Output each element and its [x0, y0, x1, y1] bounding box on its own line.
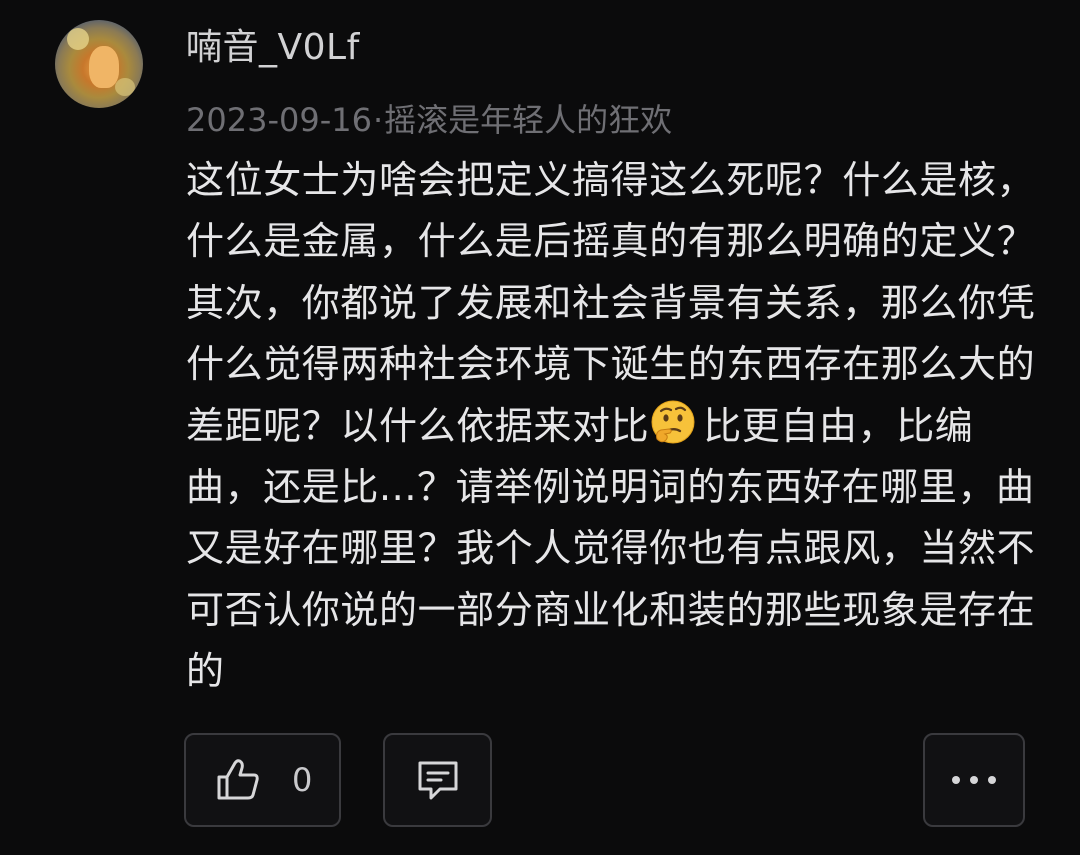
meta-separator: ·	[372, 101, 384, 139]
avatar[interactable]	[55, 20, 143, 108]
comment-card: 喃音_V0Lf 2023-09-16·摇滚是年轻人的狂欢 这位女士为啥会把定义搞…	[0, 0, 1080, 855]
comment-body: 这位女士为啥会把定义搞得这么死呢？什么是核，什么是金属，什么是后摇真的有那么明确…	[186, 150, 1036, 703]
comment-topic[interactable]: 摇滚是年轻人的狂欢	[384, 101, 672, 139]
comment-meta: 2023-09-16·摇滚是年轻人的狂欢	[186, 98, 672, 142]
username[interactable]: 喃音_V0Lf	[186, 26, 360, 70]
more-dots-icon	[950, 774, 998, 786]
like-button[interactable]: 0	[184, 733, 341, 827]
comment-icon	[414, 756, 462, 804]
thinking-face-icon	[649, 399, 697, 447]
reply-button[interactable]	[383, 733, 492, 827]
like-count: 0	[292, 761, 313, 799]
thumbs-up-icon	[214, 756, 262, 804]
more-button[interactable]	[923, 733, 1025, 827]
comment-date: 2023-09-16	[186, 101, 372, 139]
